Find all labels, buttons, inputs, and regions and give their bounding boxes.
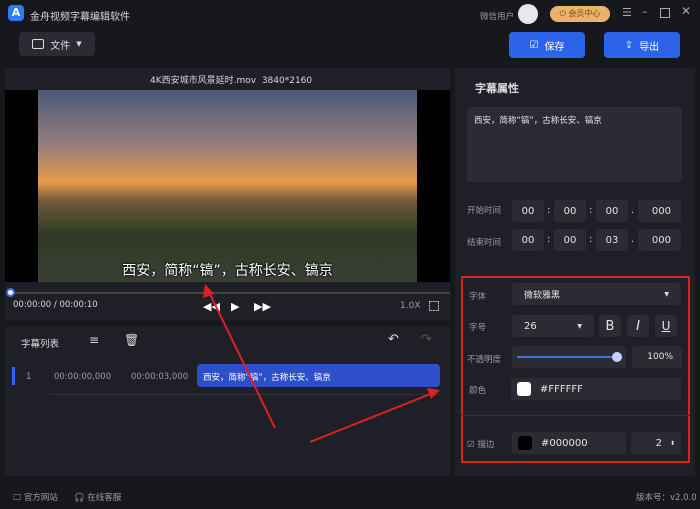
- website-link[interactable]: 🖵 官方网站: [13, 491, 58, 503]
- support-link[interactable]: 🎧 在线客服: [74, 491, 121, 503]
- annotation-arrows: [203, 284, 440, 443]
- version-text: 版本号：v2.0.0: [636, 493, 697, 503]
